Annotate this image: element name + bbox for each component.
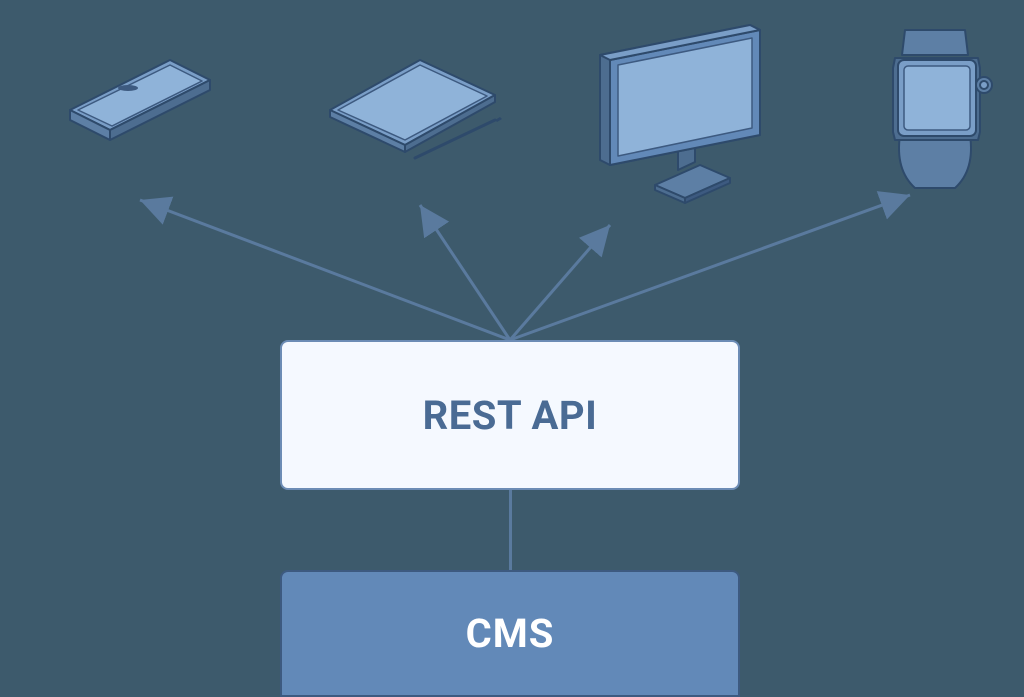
device-phone bbox=[40, 40, 240, 180]
tablet-icon bbox=[310, 40, 510, 180]
cms-box: CMS bbox=[280, 570, 740, 697]
device-tablet bbox=[310, 40, 510, 180]
device-monitor bbox=[560, 10, 790, 210]
connector-line bbox=[509, 490, 512, 570]
cms-label: CMS bbox=[466, 610, 555, 657]
rest-api-box: REST API bbox=[280, 340, 740, 490]
smartwatch-icon bbox=[850, 20, 1010, 200]
monitor-icon bbox=[560, 10, 790, 210]
arrow-to-tablet bbox=[420, 205, 510, 340]
device-watch bbox=[850, 20, 1010, 200]
smartphone-icon bbox=[40, 40, 240, 180]
rest-api-label: REST API bbox=[423, 392, 598, 439]
arrow-to-phone bbox=[140, 200, 510, 340]
arrow-to-watch bbox=[510, 195, 910, 340]
arrow-to-monitor bbox=[510, 225, 610, 340]
